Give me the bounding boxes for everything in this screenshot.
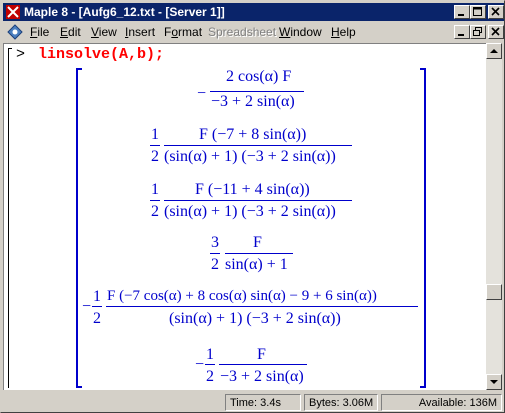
entry-denominator: (sin(α) + 1) (−3 + 2 sin(α)) xyxy=(169,310,341,327)
coef-fraction-bar xyxy=(92,306,102,307)
fraction-bar xyxy=(164,145,352,146)
arrow-down-icon xyxy=(490,380,498,384)
entry-sign: − xyxy=(195,356,205,373)
coef-fraction-bar xyxy=(210,253,220,254)
worksheet[interactable]: > linsolve(A,b); − 2 cos(α) F −3 + 2 sin… xyxy=(3,43,486,390)
fraction-bar xyxy=(225,253,293,254)
scroll-thumb[interactable] xyxy=(486,284,502,300)
doc-close-button[interactable] xyxy=(488,25,504,39)
coef-fraction-bar xyxy=(150,200,160,201)
doc-minimize-button[interactable] xyxy=(454,25,470,39)
maple-app-icon[interactable] xyxy=(5,4,21,20)
minimize-icon xyxy=(458,14,464,16)
menu-bar: File Edit View Insert Format Spreadsheet… xyxy=(3,22,504,42)
entry-denominator: (sin(α) + 1) (−3 + 2 sin(α)) xyxy=(164,203,336,220)
coef-denominator: 2 xyxy=(151,148,159,165)
fraction-bar xyxy=(164,200,352,201)
scroll-down-button[interactable] xyxy=(486,374,502,390)
close-button[interactable] xyxy=(488,5,504,19)
menu-help[interactable]: Help xyxy=(331,25,356,39)
entry-denominator: −3 + 2 sin(α) xyxy=(220,368,304,385)
window-title: Maple 8 - [Aufg6_12.txt - [Server 1]] xyxy=(24,5,225,19)
close-icon xyxy=(491,7,500,16)
menu-window[interactable]: Window xyxy=(279,25,322,39)
entry-numerator: F (−7 cos(α) + 8 cos(α) sin(α) − 9 + 6 s… xyxy=(107,288,377,304)
menu-view[interactable]: View xyxy=(91,25,117,39)
minimize-icon xyxy=(458,34,464,36)
doc-restore-button[interactable] xyxy=(470,25,486,39)
entry-numerator: F xyxy=(253,234,262,251)
entry-denominator: (sin(α) + 1) (−3 + 2 sin(α)) xyxy=(164,148,336,165)
status-time: Time: 3.4s xyxy=(225,394,301,411)
entry-denominator: −3 + 2 sin(α) xyxy=(211,93,295,110)
coef-denominator: 2 xyxy=(151,203,159,220)
coef-denominator: 2 xyxy=(93,310,101,327)
entry-denominator: sin(α) + 1 xyxy=(225,256,288,273)
coef-numerator: 3 xyxy=(211,234,219,251)
menu-spreadsheet: Spreadsheet xyxy=(208,25,277,39)
coef-numerator: 1 xyxy=(151,126,159,143)
fraction-bar xyxy=(106,306,418,307)
arrow-up-icon xyxy=(490,49,498,53)
restore-icon xyxy=(473,27,482,36)
entry-sign: − xyxy=(197,85,207,102)
coef-numerator: 1 xyxy=(151,181,159,198)
title-bar[interactable]: Maple 8 - [Aufg6_12.txt - [Server 1]] xyxy=(3,3,504,21)
coef-numerator: 1 xyxy=(93,288,101,305)
minimize-button[interactable] xyxy=(454,5,470,19)
coef-denominator: 2 xyxy=(211,256,219,273)
maximize-icon xyxy=(473,7,482,16)
entry-numerator: F (−7 + 8 sin(α)) xyxy=(199,126,307,143)
menu-insert[interactable]: Insert xyxy=(125,25,155,39)
menu-edit[interactable]: Edit xyxy=(60,25,81,39)
maple-window: Maple 8 - [Aufg6_12.txt - [Server 1]] Fi… xyxy=(0,0,505,413)
close-icon xyxy=(491,27,500,36)
scroll-up-button[interactable] xyxy=(486,43,502,59)
entry-numerator: F xyxy=(257,346,266,363)
coef-numerator: 1 xyxy=(206,346,214,363)
coef-denominator: 2 xyxy=(206,368,214,385)
coef-fraction-bar xyxy=(205,364,215,365)
coef-fraction-bar xyxy=(150,145,160,146)
fraction-bar xyxy=(219,364,307,365)
input-command[interactable]: linsolve(A,b); xyxy=(38,46,164,63)
entry-numerator: 2 cos(α) F xyxy=(226,68,292,85)
document-icon[interactable] xyxy=(7,24,23,40)
menu-format[interactable]: Format xyxy=(164,25,202,39)
vector-left-bracket xyxy=(76,68,82,388)
menu-file[interactable]: File xyxy=(30,25,49,39)
maximize-button[interactable] xyxy=(470,5,486,19)
status-bytes: Bytes: 3.06M xyxy=(304,394,378,411)
status-available: Available: 136M xyxy=(381,394,502,411)
vertical-scrollbar[interactable] xyxy=(486,43,502,390)
status-bar: Time: 3.4s Bytes: 3.06M Available: 136M xyxy=(3,392,504,412)
entry-numerator: F (−11 + 4 sin(α)) xyxy=(195,181,310,198)
input-prompt: > xyxy=(16,46,26,63)
execution-group-bracket[interactable] xyxy=(8,48,12,388)
entry-sign: − xyxy=(82,298,92,315)
vector-right-bracket xyxy=(420,68,426,388)
fraction-bar xyxy=(210,91,304,92)
